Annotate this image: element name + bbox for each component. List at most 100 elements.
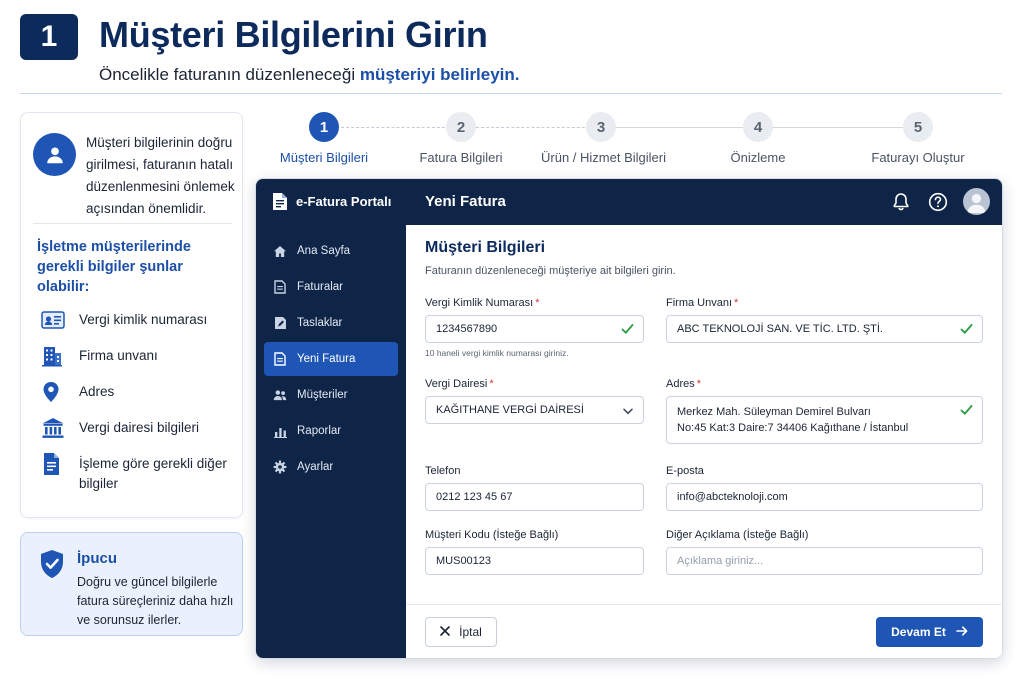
phone-field: Telefon 0212 123 45 67: [425, 465, 644, 511]
step-number: 5: [903, 112, 933, 142]
app-window: e-Fatura Portalı Ana Sayfa Faturalar Tas…: [255, 178, 1003, 659]
sidebar-item-reports[interactable]: Raporlar: [264, 414, 398, 448]
info-intro-text: Müşteri bilgilerinin doğru girilmesi, fa…: [86, 135, 235, 216]
bank-icon: [41, 417, 67, 439]
page-subtitle: Öncelikle faturanın düzenleneceği müşter…: [99, 65, 520, 85]
sidebar-nav: Ana Sayfa Faturalar Taslaklar Yeni Fatur…: [256, 234, 406, 486]
cancel-label: İptal: [459, 625, 482, 639]
address-textarea[interactable]: Merkez Mah. Süleyman Demirel Bulvarı No:…: [666, 396, 983, 444]
note-label: Diğer Açıklama (İsteğe Bağlı): [666, 529, 809, 541]
app-sidebar: e-Fatura Portalı Ana Sayfa Faturalar Tas…: [256, 179, 406, 658]
sidebar-item-label: Müşteriler: [297, 389, 348, 401]
topbar-actions: [889, 188, 990, 215]
bell-icon[interactable]: [889, 190, 913, 214]
step-create-invoice[interactable]: 5 Faturayı Oluştur: [858, 112, 978, 165]
tip-title: İpucu: [77, 550, 117, 567]
address-line-1: Merkez Mah. Süleyman Demirel Bulvarı: [677, 406, 871, 418]
step-number: 3: [586, 112, 616, 142]
tax-id-help: 10 haneli vergi kimlik numarası giriniz.: [425, 348, 569, 358]
chevron-down-icon: [623, 406, 633, 418]
requirement-item: Adres: [41, 381, 241, 417]
tip-text: Doğru ve güncel bilgilerle fatura süreçl…: [77, 575, 234, 627]
shield-check-icon: [39, 549, 65, 584]
sidebar-item-drafts[interactable]: Taslaklar: [264, 306, 398, 340]
requirements-list: Vergi kimlik numarası Firma unvanı Adres…: [41, 309, 241, 497]
company-value: ABC TEKNOLOJİ SAN. VE TİC. LTD. ŞTİ.: [677, 323, 883, 335]
required-mark: *: [696, 378, 702, 390]
user-avatar[interactable]: [963, 188, 990, 215]
app-logo[interactable]: e-Fatura Portalı: [272, 192, 391, 211]
tax-id-label: Vergi Kimlik Numarası *: [425, 297, 644, 309]
sidebar-item-label: Yeni Fatura: [297, 353, 356, 365]
step-number: 4: [743, 112, 773, 142]
home-icon: [273, 244, 287, 258]
sidebar-item-new-invoice[interactable]: Yeni Fatura: [264, 342, 398, 376]
requirement-label: Firma unvanı: [79, 348, 158, 363]
id-card-icon: [41, 309, 67, 331]
sidebar-item-settings[interactable]: Ayarlar: [264, 450, 398, 484]
step-number: 2: [446, 112, 476, 142]
step-label: Müşteri Bilgileri: [279, 150, 369, 165]
address-line-2: No:45 Kat:3 Daire:7 34406 Kağıthane / İs…: [677, 422, 909, 434]
page-subtitle-text: Öncelikle faturanın düzenleneceği: [99, 65, 360, 84]
sidebar-item-label: Ayarlar: [297, 461, 334, 473]
phone-label: Telefon: [425, 465, 461, 477]
user-icon: [33, 133, 76, 176]
continue-label: Devam Et: [891, 625, 946, 639]
requirement-item: Vergi kimlik numarası: [41, 309, 241, 345]
phone-input[interactable]: 0212 123 45 67: [425, 483, 644, 511]
sidebar-item-home[interactable]: Ana Sayfa: [264, 234, 398, 268]
sidebar-item-invoices[interactable]: Faturalar: [264, 270, 398, 304]
app-logo-text: e-Fatura Portalı: [296, 194, 392, 209]
reports-icon: [273, 424, 287, 438]
invoice-logo-icon: [273, 193, 287, 210]
check-icon: [960, 404, 973, 421]
page-subtitle-emphasis: müşteriyi belirleyin.: [359, 65, 520, 84]
requirement-label: Vergi dairesi bilgileri: [79, 420, 200, 435]
info-card: Müşteri bilgilerinin doğru girilmesi, fa…: [20, 112, 243, 518]
note-placeholder: Açıklama giriniz...: [677, 555, 764, 567]
tax-office-label: Vergi Dairesi *: [425, 378, 644, 390]
header-divider: [20, 93, 1002, 94]
arrow-right-icon: [956, 625, 968, 639]
customer-code-input[interactable]: MUS00123: [425, 547, 644, 575]
help-icon[interactable]: [926, 190, 950, 214]
step-label: Önizleme: [730, 150, 786, 165]
step-preview[interactable]: 4 Önizleme: [698, 112, 818, 165]
draft-icon: [273, 316, 287, 330]
requirement-label: Adres: [79, 384, 115, 399]
step-product-service[interactable]: 3 Ürün / Hizmet Bilgileri: [541, 112, 666, 165]
company-label: Firma Unvanı *: [666, 297, 983, 309]
requirement-item: Firma unvanı: [41, 345, 241, 381]
email-input[interactable]: info@abcteknoloji.com: [666, 483, 983, 511]
sidebar-item-label: Raporlar: [297, 425, 342, 437]
customer-form-panel: Müşteri Bilgileri Faturanın düzenleneceğ…: [406, 225, 1002, 658]
customers-icon: [273, 388, 287, 402]
sidebar-item-label: Faturalar: [297, 281, 344, 293]
customer-code-field: Müşteri Kodu (İsteğe Bağlı) MUS00123: [425, 529, 644, 575]
sidebar-item-label: Taslaklar: [297, 317, 343, 329]
step-customer-info[interactable]: 1 Müşteri Bilgileri: [264, 112, 384, 165]
check-icon: [960, 323, 973, 338]
required-mark: *: [734, 297, 739, 309]
required-mark: *: [535, 297, 540, 309]
tax-id-input[interactable]: 1234567890: [425, 315, 644, 343]
email-field: E-posta info@abcteknoloji.com: [666, 465, 983, 511]
new-invoice-icon: [273, 352, 287, 366]
cancel-button[interactable]: İptal: [425, 617, 497, 647]
note-input[interactable]: Açıklama giriniz...: [666, 547, 983, 575]
tax-office-select[interactable]: KAĞITHANE VERGİ DAİRESİ: [425, 396, 644, 424]
phone-value: 0212 123 45 67: [436, 491, 513, 503]
step-number: 1: [309, 112, 339, 142]
continue-button[interactable]: Devam Et: [876, 617, 983, 647]
step-invoice-info[interactable]: 2 Fatura Bilgileri: [401, 112, 521, 165]
address-label: Adres *: [666, 378, 983, 390]
company-label-text: Firma Unvanı: [666, 297, 733, 309]
tax-office-label-text: Vergi Dairesi: [425, 378, 488, 390]
close-icon: [440, 625, 450, 639]
sidebar-item-customers[interactable]: Müşteriler: [264, 378, 398, 412]
tax-office-value: KAĞITHANE VERGİ DAİRESİ: [436, 404, 584, 416]
company-input[interactable]: ABC TEKNOLOJİ SAN. VE TİC. LTD. ŞTİ.: [666, 315, 983, 343]
info-divider: [33, 223, 232, 224]
email-value: info@abcteknoloji.com: [677, 491, 788, 503]
